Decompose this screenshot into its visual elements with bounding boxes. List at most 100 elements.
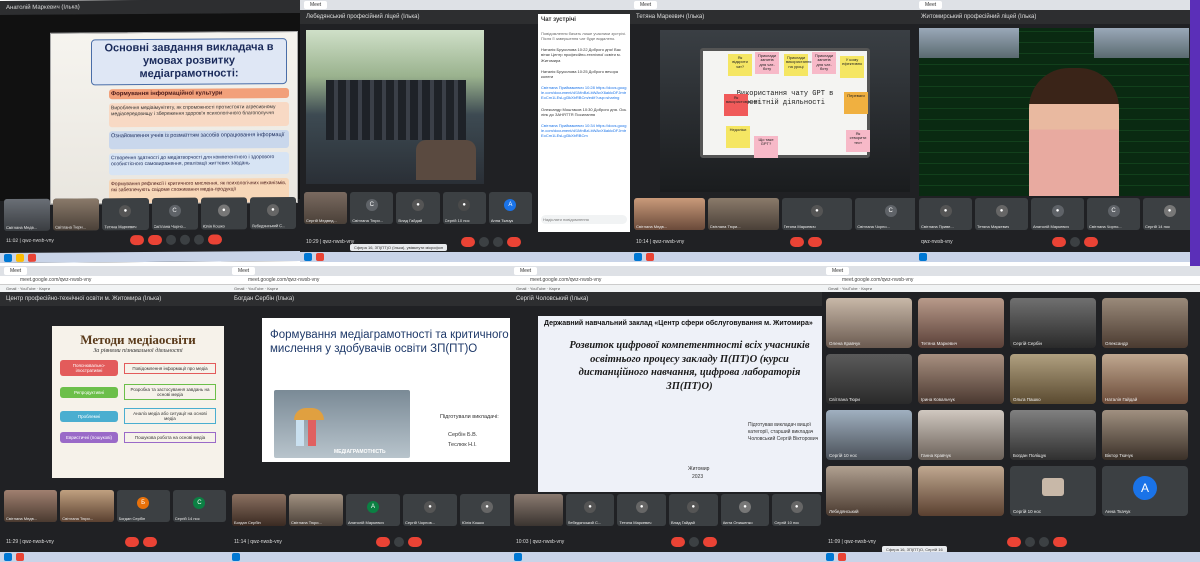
folder-icon[interactable]	[16, 253, 24, 262]
chat-input[interactable]: Надіслати повідомлення	[541, 214, 627, 224]
camera-off-button[interactable]	[147, 234, 162, 246]
browser-tab[interactable]: Meet	[4, 267, 28, 275]
participant-tile[interactable]: ● Сергій 10 нос	[442, 192, 486, 224]
participant-tile[interactable]: A Анна Ткачук	[488, 192, 533, 224]
participant-tile[interactable]: A Анатолій Маркевич	[346, 494, 400, 526]
mic-off-button[interactable]	[790, 237, 805, 247]
participant-tile[interactable]: Лебедянський	[826, 466, 912, 516]
captions-button[interactable]	[165, 234, 176, 245]
participant-tile[interactable]: ● Влад Гайдай	[396, 192, 440, 224]
participant-tile[interactable]: Олена Кравчук	[826, 298, 912, 348]
chrome-icon[interactable]	[316, 253, 324, 261]
address-bar[interactable]: meet.google.com/qwz-nwsb-vny	[228, 276, 518, 285]
participant-tile[interactable]: Віктор Ткачук	[1102, 410, 1188, 460]
leave-call-button[interactable]	[702, 537, 717, 547]
participant-tile[interactable]: ● Тетяна Маркевич	[975, 198, 1028, 230]
windows-start-icon[interactable]	[826, 553, 834, 561]
mic-off-button[interactable]	[129, 235, 144, 246]
mic-off-button[interactable]	[375, 537, 390, 547]
present-button[interactable]	[493, 237, 504, 247]
browser-tab[interactable]: Meet	[514, 267, 538, 275]
mic-off-button[interactable]	[1052, 237, 1067, 247]
chrome-icon[interactable]	[28, 253, 36, 262]
more-options-button[interactable]	[193, 234, 204, 245]
browser-tab[interactable]: Meet	[304, 1, 328, 9]
participant-tile[interactable]: ● Сергій Чорнов...	[403, 494, 457, 526]
windows-start-icon[interactable]	[514, 553, 522, 561]
address-bar[interactable]: meet.google.com/qwz-nwsb-vny	[822, 276, 1200, 285]
chrome-icon[interactable]	[838, 553, 846, 561]
present-button[interactable]	[179, 234, 190, 245]
participant-tile[interactable]	[514, 494, 563, 526]
participant-tile[interactable]: Б Богдан Сербін	[116, 490, 170, 522]
participant-tile[interactable]: Сергій 10 нос	[1010, 466, 1096, 516]
participant-tile[interactable]: ● Влад Гайдай	[669, 494, 718, 526]
participant-tile[interactable]: Олександр	[1102, 298, 1188, 348]
participant-tile[interactable]: Ольга Пашко	[1010, 354, 1096, 404]
browser-tab[interactable]: Meet	[826, 267, 850, 275]
participant-tile[interactable]: Наталія Гайдай	[1102, 354, 1188, 404]
participant-tile[interactable]: ● Світлана Приве...	[919, 198, 972, 230]
participant-tile[interactable]: Ірина Ковальчук	[918, 354, 1004, 404]
participant-tile[interactable]: Світлана Медв...	[4, 490, 58, 522]
participant-tile[interactable]: Сергій Медвед...	[304, 192, 348, 224]
mic-off-button[interactable]	[124, 537, 139, 547]
windows-start-icon[interactable]	[634, 253, 642, 261]
participant-tile[interactable]: Світлана Тюри...	[60, 490, 114, 522]
participant-tile[interactable]: ● Сергій 14 нос	[1143, 198, 1196, 230]
participant-tile[interactable]: Світлана Тюри	[826, 354, 912, 404]
participant-tile[interactable]: ● Сергій 10 нос	[772, 494, 822, 526]
participant-tile[interactable]: ● Тетяна Маркевич	[781, 198, 853, 230]
participant-tile[interactable]: Світлана Тюри...	[289, 494, 343, 526]
chrome-icon[interactable]	[16, 553, 24, 561]
camera-button[interactable]	[1070, 237, 1081, 247]
camera-button[interactable]	[1024, 537, 1035, 547]
participant-tile[interactable]: Богдан Поліщук	[1010, 410, 1096, 460]
participant-tile[interactable]: ● Юлія Кошко	[460, 494, 514, 526]
participant-tile[interactable]: ● Аюта Онишенко	[720, 494, 770, 526]
windows-start-icon[interactable]	[919, 253, 927, 261]
chrome-icon[interactable]	[646, 253, 654, 261]
participant-tile[interactable]: ● Тетяна Маркевич	[102, 198, 149, 231]
participant-tile[interactable]: C Світлана Чорно...	[151, 197, 198, 230]
leave-call-button[interactable]	[207, 234, 222, 245]
participant-tile[interactable]: Світлана Тюри...	[53, 198, 100, 231]
participant-tile[interactable]: ● Лебедянський С...	[249, 196, 297, 230]
participant-tile[interactable]: C Сергій 14 нос	[172, 490, 226, 522]
leave-call-button[interactable]	[407, 537, 422, 547]
participant-tile[interactable]: ● Тетяна Маркевич	[617, 494, 667, 526]
mic-off-button[interactable]	[670, 537, 685, 547]
mic-off-button[interactable]	[1006, 537, 1021, 547]
browser-tab[interactable]: Meet	[919, 1, 943, 9]
participant-tile[interactable]: А Анна Ткачук	[1102, 466, 1188, 516]
leave-call-button[interactable]	[1052, 537, 1067, 547]
windows-start-icon[interactable]	[4, 253, 12, 263]
camera-button[interactable]	[479, 237, 490, 247]
present-button[interactable]	[393, 537, 404, 547]
participant-tile[interactable]: Ганна Кравчук	[918, 410, 1004, 460]
participant-tile[interactable]: C Світлана Чорно...	[1087, 198, 1140, 230]
browser-tab[interactable]: Meet	[634, 1, 658, 9]
windows-start-icon[interactable]	[232, 553, 240, 561]
participant-tile[interactable]: C Світлана Тюри...	[350, 192, 394, 224]
leave-call-button[interactable]	[142, 537, 157, 547]
camera-button[interactable]	[688, 537, 699, 547]
participant-tile[interactable]: ● Юлія Кошко	[200, 197, 247, 230]
participant-tile[interactable]: Світлана Тюри...	[707, 198, 779, 230]
windows-start-icon[interactable]	[304, 253, 312, 261]
participant-tile[interactable]: ● Лебедянський С...	[565, 494, 615, 526]
participant-tile[interactable]: Богдан Сербін	[232, 494, 286, 526]
address-bar[interactable]: meet.google.com/qwz-nwsb-vny	[510, 276, 825, 285]
participant-tile[interactable]: Світлана Медв...	[4, 198, 51, 232]
leave-call-button[interactable]	[1084, 237, 1099, 247]
windows-start-icon[interactable]	[4, 553, 12, 561]
leave-call-button[interactable]	[507, 237, 522, 247]
participant-tile[interactable]	[918, 466, 1004, 516]
participant-tile[interactable]: Світлана Медв...	[634, 198, 705, 230]
mic-off-button[interactable]	[461, 237, 476, 247]
participant-tile[interactable]: ● Анатолій Маркевич	[1031, 198, 1084, 230]
present-button[interactable]	[1038, 537, 1049, 547]
participant-tile[interactable]: Сергій Сербін	[1010, 298, 1096, 348]
leave-call-button[interactable]	[808, 237, 823, 247]
browser-tab[interactable]: Meet	[232, 267, 256, 275]
